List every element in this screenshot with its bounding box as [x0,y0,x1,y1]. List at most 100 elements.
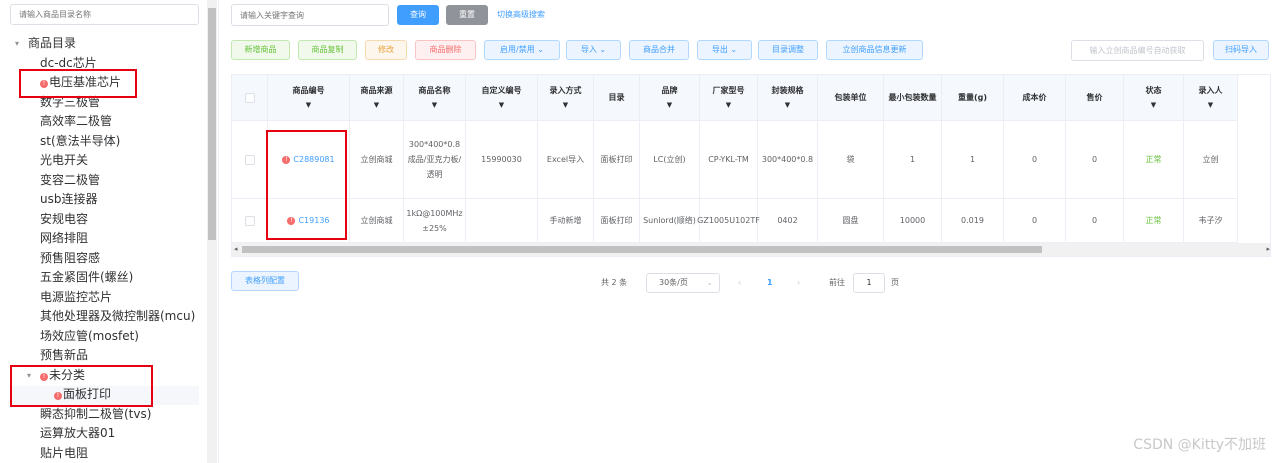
filter-icon[interactable]: ▼ [726,98,731,113]
column-header-label: 成本价 [1022,93,1047,102]
tree-node[interactable]: usb连接器 [40,190,97,209]
table-cell-method: 手动新增 [538,199,594,243]
import-dropdown[interactable]: 导入 ⌄ [566,40,621,60]
query-button[interactable]: 查询 [397,5,439,25]
table-cell-price: 0 [1066,199,1124,243]
checkbox[interactable] [244,154,255,165]
filter-icon[interactable]: ▼ [563,98,568,113]
tree-node-label: st(意法半导体) [40,133,121,148]
tree-node-label: 瞬态抑制二极管(tvs) [40,406,152,421]
column-header[interactable]: 品牌 ▼ [640,75,700,121]
toggle-enable-label: 启用/禁用 [500,45,535,54]
column-header-label: 目录 [608,93,625,102]
current-page-number[interactable]: 1 [767,273,773,293]
column-header[interactable]: 售价 [1066,75,1124,121]
column-header-label: 商品来源 [360,85,393,95]
advanced-search-link[interactable]: 切换高级搜索 [497,5,545,25]
caret-down-icon[interactable]: ▾ [15,34,19,53]
tree-node[interactable]: 光电开关 [40,151,88,170]
scroll-right-icon[interactable]: ▸ [1266,243,1270,256]
tree-scrollbar-thumb[interactable] [208,8,216,240]
page-size-value: 30条/页 [659,278,688,287]
tree-node[interactable]: st(意法半导体) [40,132,120,151]
column-header-label: 状态 [1145,85,1162,95]
pagination: 共 2 条 30条/页 ⌄ ‹ 1 › 前往 1 页 [601,273,921,293]
table-cell-name: 300*400*0.8 成品/亚克力板/透明 [404,121,466,199]
toggle-enable-dropdown[interactable]: 启用/禁用 ⌄ [484,40,560,60]
table-cell-min-qty: 10000 [884,199,942,243]
row-checkbox[interactable] [232,121,268,199]
tree-node[interactable]: 安规电容 [40,210,88,229]
tree-node[interactable]: 瞬态抑制二极管(tvs) [40,405,151,424]
column-header[interactable]: 目录 [594,75,640,121]
filter-icon[interactable]: ▼ [1151,98,1156,113]
delete-product-button[interactable]: 商品删除 [415,40,476,60]
catalog-search-input[interactable] [10,4,199,25]
column-header-label: 商品名称 [418,85,451,95]
tree-node[interactable]: 预售新品 [40,346,88,365]
column-header[interactable]: 状态 ▼ [1124,75,1184,121]
catalog-adjust-button[interactable]: 目录调整 [758,40,818,60]
column-header[interactable]: 商品名称 ▼ [404,75,466,121]
filter-icon[interactable]: ▼ [306,98,311,113]
filter-icon[interactable]: ▼ [785,98,790,113]
column-header[interactable]: 重量(g) [942,75,1004,121]
tree-node[interactable]: 变容二极管 [40,171,100,190]
filter-icon[interactable]: ▼ [499,98,504,113]
scroll-left-icon[interactable]: ◂ [234,243,238,256]
column-header[interactable]: 成本价 [1004,75,1066,121]
copy-product-button[interactable]: 商品复制 [298,40,357,60]
filter-icon[interactable]: ▼ [667,98,672,113]
export-dropdown[interactable]: 导出 ⌄ [697,40,752,60]
row-checkbox[interactable] [232,199,268,243]
column-header[interactable]: 录入方式 ▼ [538,75,594,121]
column-header[interactable]: 商品来源 ▼ [350,75,404,121]
checkbox[interactable] [244,92,255,103]
table-cell-brand: LC(立创) [640,121,700,199]
add-product-button[interactable]: 新增商品 [231,40,290,60]
reset-button[interactable]: 重置 [446,5,488,25]
lc-code-input[interactable]: 输入立创商品编号自动获取 [1071,40,1204,61]
table-horizontal-scrollbar[interactable]: ◂ ▸ [232,243,1270,256]
next-page-icon[interactable]: › [797,273,800,293]
select-all-checkbox[interactable] [232,75,268,121]
table-column-config-button[interactable]: 表格列配置 [231,271,299,291]
table-cell-catalog: 面板打印 [594,121,640,199]
tree-node[interactable]: 电源监控芯片 [40,288,112,307]
lc-info-update-button[interactable]: 立创商品信息更新 [826,40,923,60]
page-size-select[interactable]: 30条/页 ⌄ [646,273,720,293]
tree-node[interactable]: 五金紧固件(螺丝) [40,268,133,287]
filter-icon[interactable]: ▼ [1208,98,1213,113]
tree-node[interactable]: 运算放大器01 [40,424,115,443]
tree-node-label: 光电开关 [40,153,89,167]
filter-icon[interactable]: ▼ [374,98,379,113]
tree-node[interactable]: 高效率二极管 [40,112,112,131]
table-scrollbar-thumb[interactable] [242,246,1042,253]
column-header[interactable]: 封装规格 ▼ [758,75,818,121]
tree-node[interactable]: 场效应管(mosfet) [40,327,139,346]
filter-icon[interactable]: ▼ [432,98,437,113]
tree-node[interactable]: 其他处理器及微控制器(mcu) [40,307,195,326]
tree-node[interactable]: 网络排阻 [40,229,88,248]
tree-node[interactable]: 贴片电阻 [40,444,88,463]
column-header[interactable]: 自定义编号 ▼ [466,75,538,121]
tree-scrollbar[interactable] [207,0,217,463]
column-header-label: 重量(g) [957,93,988,102]
checkbox[interactable] [244,215,255,226]
tree-node[interactable]: 预售阻容感 [40,249,100,268]
column-header[interactable]: 录入人 ▼ [1184,75,1238,121]
column-header-label: 商品编号 [292,85,325,95]
merge-product-button[interactable]: 商品合并 [629,40,689,60]
keyword-search-input[interactable] [231,4,389,26]
goto-page-input[interactable]: 1 [853,273,885,293]
tree-node[interactable]: ▾ 商品目录 [15,34,76,53]
column-header[interactable]: 最小包装数量 [884,75,942,121]
scan-import-button[interactable]: 扫码导入 [1213,40,1269,60]
column-header[interactable]: 厂家型号 ▼ [700,75,758,121]
edit-button[interactable]: 修改 [365,40,407,60]
prev-page-icon[interactable]: ‹ [738,273,741,293]
tree-node-label: 贴片电阻 [40,445,89,460]
column-header[interactable]: 商品编号 ▼ [268,75,350,121]
column-header[interactable]: 包装单位 [818,75,884,121]
column-header-label: 品牌 [661,85,678,95]
